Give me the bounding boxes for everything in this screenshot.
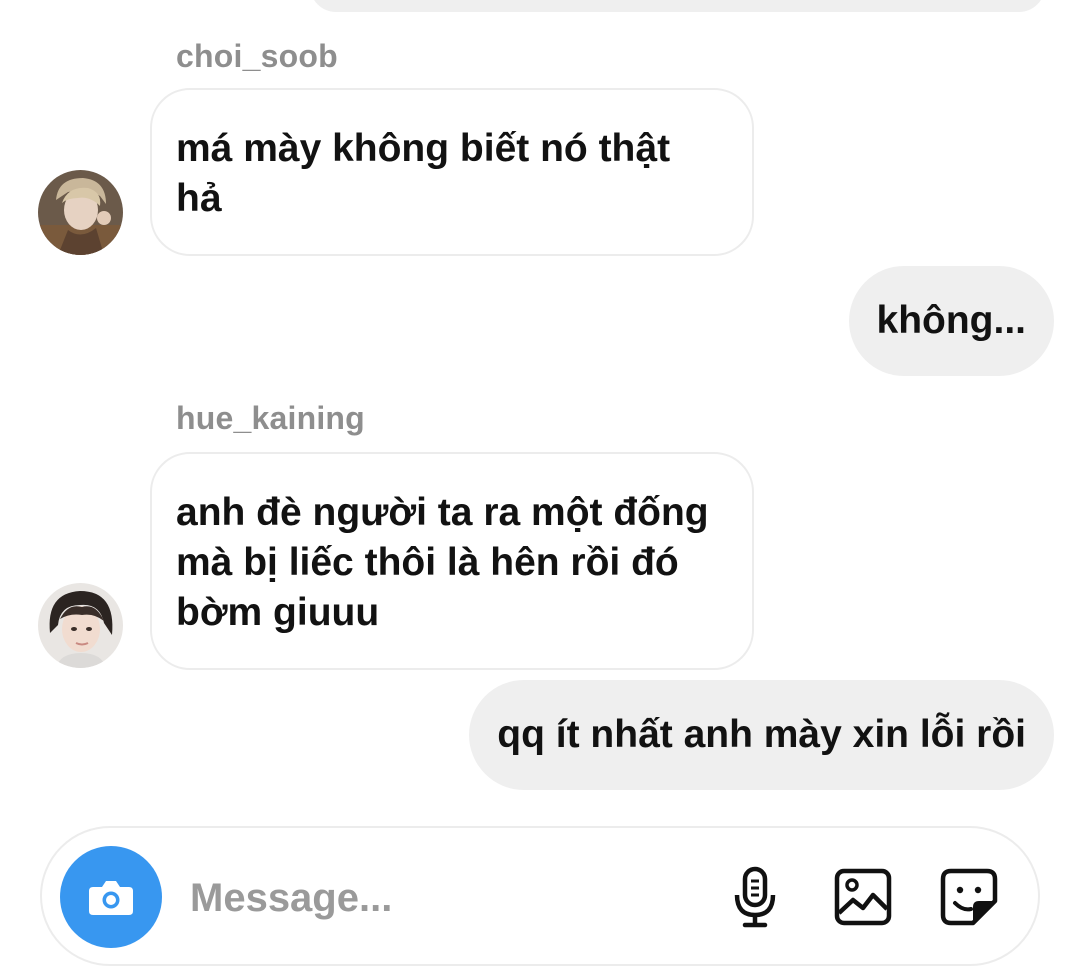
message-text: qq ít nhất anh mày xin lỗi rồi [497,713,1026,756]
sticker-icon [940,868,998,926]
message-bubble-outgoing[interactable]: không... [848,266,1054,376]
message-text: anh đè người ta ra một đống mà bị liếc t… [176,491,709,634]
message-text: má mày không biết nó thật hả [176,127,671,220]
message-bubble-outgoing[interactable]: qq ít nhất anh mày xin lỗi rồi [469,680,1054,790]
avatar-photo [38,170,123,255]
gallery-button[interactable] [830,864,896,930]
microphone-button[interactable] [722,864,788,930]
sender-username: choi_soob [176,38,338,74]
sticker-button[interactable] [936,864,1002,930]
avatar[interactable] [38,170,123,255]
avatar[interactable] [38,583,123,668]
gallery-icon [834,868,892,926]
microphone-icon [734,866,776,928]
previous-message-bubble[interactable] [310,0,1045,12]
sender-username: hue_kaining [176,400,365,436]
camera-icon [89,881,133,915]
message-bubble[interactable]: má mày không biết nó thật hả [150,88,754,256]
message-bubble[interactable]: anh đè người ta ra một đống mà bị liếc t… [150,452,754,670]
camera-button[interactable] [60,846,162,948]
avatar-photo [38,583,123,668]
message-text: không... [876,299,1027,342]
message-composer [40,826,1040,966]
message-input[interactable] [190,868,690,928]
